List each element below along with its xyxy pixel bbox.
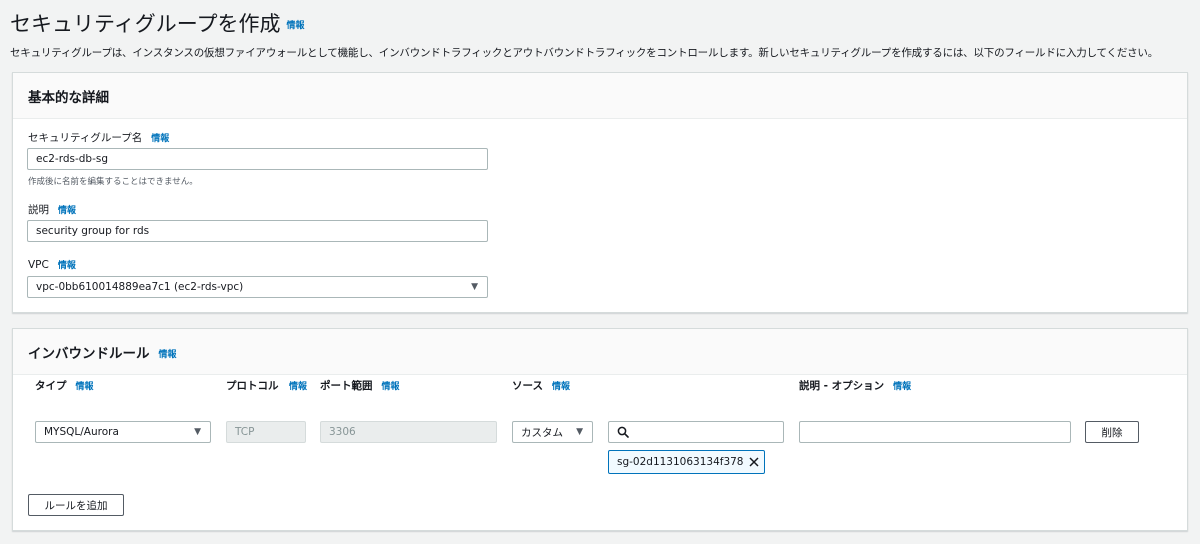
page-title: セキュリティグループを作成 情報 bbox=[10, 8, 305, 38]
description-input[interactable]: security group for rds bbox=[27, 220, 488, 242]
rule-source-type-value: カスタム bbox=[521, 426, 563, 439]
vpc-select[interactable]: vpc-0bb610014889ea7c1 (ec2-rds-vpc) ▼ bbox=[27, 276, 488, 298]
vpc-label-text: VPC bbox=[28, 259, 49, 271]
sg-name-label: セキュリティグループ名 情報 bbox=[28, 130, 169, 145]
sg-name-hint: 作成後に名前を編集することはできません。 bbox=[28, 177, 198, 187]
caret-down-icon: ▼ bbox=[194, 427, 201, 437]
description-info-link[interactable]: 情報 bbox=[58, 206, 76, 216]
vpc-label: VPC 情報 bbox=[28, 258, 76, 271]
inbound-rules-panel: インバウンドルール 情報 タイプ 情報 プロトコル 情報 ポート範囲 情報 ソース 情報… bbox=[12, 328, 1188, 531]
col-header-type: タイプ 情報 bbox=[35, 378, 94, 393]
col-header-type-text: タイプ bbox=[35, 380, 67, 392]
port-info-link[interactable]: 情報 bbox=[382, 382, 400, 392]
source-info-link[interactable]: 情報 bbox=[552, 382, 570, 392]
col-header-source-text: ソース bbox=[512, 380, 543, 392]
sg-name-label-text: セキュリティグループ名 bbox=[28, 132, 143, 144]
add-rule-button[interactable]: ルールを追加 bbox=[28, 494, 124, 516]
close-icon[interactable] bbox=[748, 456, 760, 468]
col-header-port-text: ポート範囲 bbox=[320, 380, 373, 392]
rule-source-search-input[interactable] bbox=[608, 421, 784, 443]
col-header-port: ポート範囲 情報 bbox=[320, 378, 400, 393]
source-token: sg-02d1131063134f378 bbox=[608, 450, 765, 474]
inbound-rules-header: インバウンドルール 情報 bbox=[13, 329, 1187, 375]
sg-name-info-link[interactable]: 情報 bbox=[151, 134, 169, 144]
protocol-info-link[interactable]: 情報 bbox=[289, 379, 307, 392]
description-label-text: 説明 bbox=[28, 204, 49, 216]
inbound-rules-title: インバウンドルール bbox=[28, 345, 150, 362]
rule-port-field: 3306 bbox=[320, 421, 497, 443]
caret-down-icon: ▼ bbox=[576, 427, 583, 437]
search-icon bbox=[617, 426, 629, 438]
page-title-text: セキュリティグループを作成 bbox=[10, 12, 281, 36]
vpc-select-value: vpc-0bb610014889ea7c1 (ec2-rds-vpc) bbox=[36, 281, 244, 293]
col-header-protocol: プロトコル bbox=[226, 378, 279, 393]
sg-name-input[interactable]: ec2-rds-db-sg bbox=[27, 148, 488, 170]
rule-source-type-select[interactable]: カスタム ▼ bbox=[512, 421, 593, 443]
basic-details-panel: 基本的な詳細 セキュリティグループ名 情報 ec2-rds-db-sg 作成後に名… bbox=[12, 72, 1188, 313]
rule-type-value: MYSQL/Aurora bbox=[44, 426, 119, 438]
source-token-label: sg-02d1131063134f378 bbox=[617, 456, 744, 468]
inbound-rules-info-link[interactable]: 情報 bbox=[159, 347, 177, 360]
col-header-protocol-text: プロトコル bbox=[226, 380, 279, 392]
description-label: 説明 情報 bbox=[28, 202, 76, 217]
description-col-info-link[interactable]: 情報 bbox=[893, 382, 911, 392]
rule-protocol-field: TCP bbox=[226, 421, 306, 443]
type-info-link[interactable]: 情報 bbox=[76, 382, 94, 392]
page-description: セキュリティグループは、インスタンスの仮想ファイアウォールとして機能し、インバウ… bbox=[10, 47, 1159, 59]
vpc-info-link[interactable]: 情報 bbox=[58, 261, 76, 271]
delete-rule-button[interactable]: 削除 bbox=[1085, 421, 1139, 443]
col-header-description-text: 説明 - オプション bbox=[799, 380, 885, 392]
col-header-description: 説明 - オプション 情報 bbox=[799, 378, 911, 393]
rule-description-input[interactable] bbox=[799, 421, 1071, 443]
basic-details-title: 基本的な詳細 bbox=[28, 89, 109, 106]
basic-details-header: 基本的な詳細 bbox=[13, 73, 1187, 119]
rule-type-select[interactable]: MYSQL/Aurora ▼ bbox=[35, 421, 211, 443]
col-header-source: ソース 情報 bbox=[512, 378, 570, 393]
page-title-info-link[interactable]: 情報 bbox=[286, 21, 304, 31]
caret-down-icon: ▼ bbox=[471, 282, 478, 292]
